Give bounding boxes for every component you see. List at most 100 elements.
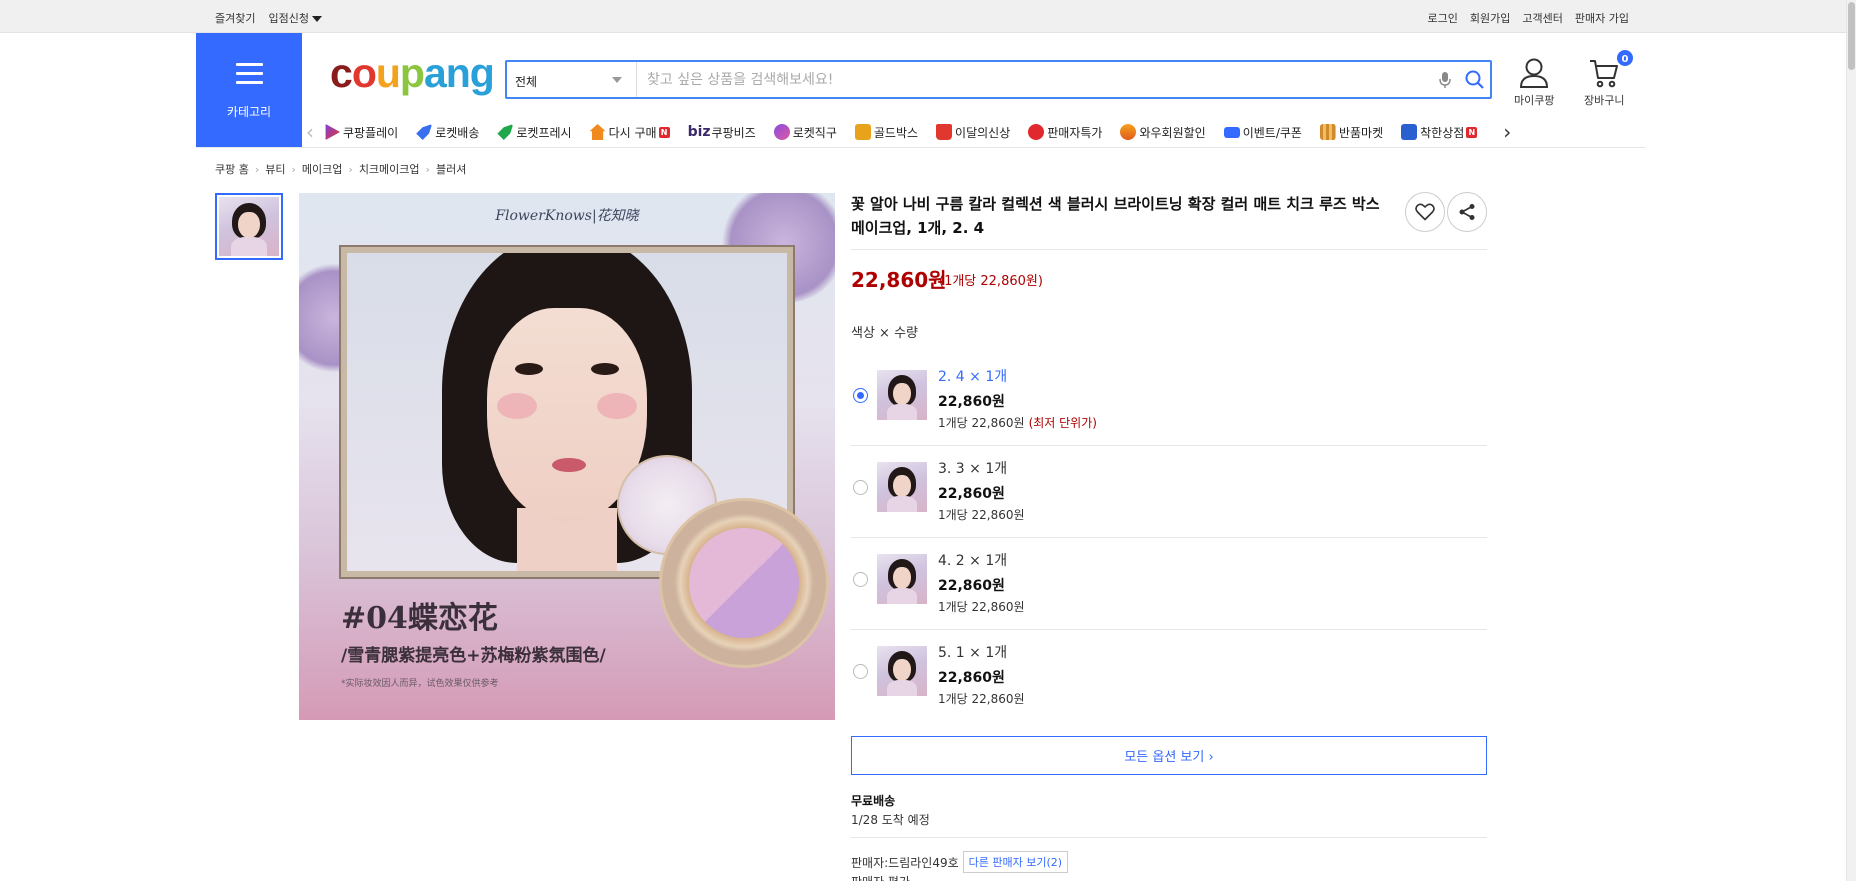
option-radio[interactable] <box>853 664 868 679</box>
shop-icon <box>1401 124 1418 140</box>
nav-label: 착한상점 <box>1420 125 1465 140</box>
global-icon <box>773 124 790 140</box>
seller-signup-link[interactable]: 판매자 가입 <box>1575 10 1629 26</box>
nav-item-gold-box[interactable]: 골드박스 <box>854 124 919 141</box>
nav-next-arrow-icon[interactable]: › <box>1503 120 1511 144</box>
my-coupang-label: 마이쿠팡 <box>1514 94 1555 107</box>
breadcrumb-beauty[interactable]: 뷰티 <box>265 161 285 177</box>
microphone-icon[interactable] <box>1439 71 1451 93</box>
image-shade-subtitle: /雪青腮紫提亮色+苏梅粉紫氛围色/ <box>341 646 606 666</box>
nav-item-rocket-global[interactable]: 로켓직구 <box>773 124 837 141</box>
option-row[interactable]: 2. 4 × 1개 22,860원 1개당 22,860원 (최저 단위가) <box>851 354 1487 446</box>
page-scrollbar[interactable] <box>1846 0 1856 881</box>
bag-icon <box>936 124 953 140</box>
nav-item-return-market[interactable]: 반품마켓 <box>1319 124 1384 141</box>
scrollbar-thumb[interactable] <box>1848 2 1855 70</box>
shipping-divider <box>851 837 1487 838</box>
breadcrumb-home[interactable]: 쿠팡 홈 <box>215 161 249 177</box>
option-thumbnail <box>877 370 927 420</box>
nav-label: 쿠팡플레이 <box>343 125 399 140</box>
portrait-eye <box>515 363 543 375</box>
product-main-image[interactable]: FlowerKnows|花知晓 #04蝶恋花 /雪青腮紫提亮色+苏梅粉紫氛围色/… <box>299 193 835 720</box>
seller-name[interactable]: 판매자:드림라인49호 <box>851 854 959 871</box>
logo-letters-ang: ang <box>423 50 495 96</box>
option-name: 3. 3 × 1개 <box>938 461 1008 477</box>
blush-pan <box>689 528 799 638</box>
my-coupang-button[interactable]: 마이쿠팡 <box>1514 57 1554 108</box>
store-apply-link[interactable]: 입점신청 <box>268 10 322 26</box>
user-icon <box>1520 58 1549 88</box>
top-right-links: 로그인 회원가입 고객센터 판매자 가입 <box>1428 10 1629 26</box>
option-unit-price: 1개당 22,860원 <box>938 600 1025 614</box>
option-name: 5. 1 × 1개 <box>938 645 1008 661</box>
category-button[interactable]: 카테고리 <box>196 33 302 147</box>
bookmark-link[interactable]: 즐겨찾기 <box>215 10 255 26</box>
new-badge: N <box>658 126 670 138</box>
view-all-options-button[interactable]: 모든 옵션 보기 › <box>851 736 1487 775</box>
search-input[interactable] <box>647 68 1407 91</box>
nav-item-good-store[interactable]: 착한상점 N <box>1401 124 1478 141</box>
option-price: 22,860원 <box>938 486 1005 502</box>
search-scope-select[interactable]: 전체 <box>507 62 637 97</box>
wow-icon <box>1120 124 1137 140</box>
coupang-logo[interactable]: coupang <box>330 50 495 97</box>
rocket-icon <box>416 124 433 140</box>
other-sellers-count: (2) <box>1046 856 1063 869</box>
nav-label: 로켓배송 <box>435 125 480 140</box>
nav-divider <box>196 147 1646 148</box>
login-link[interactable]: 로그인 <box>1428 10 1458 26</box>
nav-label: 쿠팡비즈 <box>711 125 756 140</box>
nav-item-rocket-delivery[interactable]: 로켓배송 <box>416 124 479 141</box>
signup-link[interactable]: 회원가입 <box>1470 10 1510 26</box>
option-radio[interactable] <box>853 572 868 587</box>
breadcrumb-cheek-makeup[interactable]: 치크메이크업 <box>359 161 420 177</box>
cart-count-badge: 0 <box>1615 48 1635 68</box>
breadcrumb-blusher[interactable]: 블러셔 <box>436 161 466 177</box>
top-utility-bar: 즐겨찾기 입점신청 로그인 회원가입 고객센터 판매자 가입 <box>0 0 1846 33</box>
option-row[interactable]: 3. 3 × 1개 22,860원 1개당 22,860원 <box>851 446 1487 538</box>
nav-label: 반품마켓 <box>1338 125 1384 140</box>
nav-label: 골드박스 <box>873 125 919 140</box>
market-icon <box>1319 124 1336 140</box>
chevron-right-icon: › <box>425 162 430 176</box>
nav-item-coupang-play[interactable]: 쿠팡플레이 <box>324 124 398 141</box>
search-icon[interactable] <box>1465 70 1485 94</box>
other-sellers-button[interactable]: 다른 판매자 보기(2) <box>962 851 1069 873</box>
free-shipping-label: 무료배송 <box>851 794 896 808</box>
customer-center-link[interactable]: 고객센터 <box>1522 10 1562 26</box>
coupon-icon <box>1223 126 1240 138</box>
nav-item-wow-discount[interactable]: 와우회원할인 <box>1120 124 1206 141</box>
nav-item-coupang-biz[interactable]: biz 쿠팡비즈 <box>688 124 756 141</box>
store-apply-label: 입점신청 <box>268 12 309 25</box>
delivery-date: 1/28 도착 예정 <box>851 813 930 827</box>
option-price: 22,860원 <box>938 394 1005 410</box>
option-price: 22,860원 <box>938 670 1005 686</box>
nav-label: 이달의신상 <box>955 125 1011 140</box>
nav-item-events-coupons[interactable]: 이벤트/쿠폰 <box>1223 124 1302 141</box>
nav-item-new-arrivals[interactable]: 이달의신상 <box>936 124 1010 141</box>
nav-item-seller-deals[interactable]: 판매자특가 <box>1028 124 1102 141</box>
option-name: 2. 4 × 1개 <box>938 369 1008 385</box>
breadcrumb: 쿠팡 홈 › 뷰티 › 메이크업 › 치크메이크업 › 블러셔 <box>215 161 466 177</box>
option-per-text: 1개당 22,860원 <box>938 416 1025 430</box>
category-label: 카테고리 <box>226 105 272 119</box>
search-scope-value: 전체 <box>515 75 538 89</box>
option-row[interactable]: 4. 2 × 1개 22,860원 1개당 22,860원 <box>851 538 1487 630</box>
nav-prev-arrow-icon[interactable]: ‹ <box>306 120 314 144</box>
breadcrumb-makeup[interactable]: 메이크업 <box>302 161 342 177</box>
portrait-eye <box>591 363 619 375</box>
share-button[interactable] <box>1447 192 1487 232</box>
option-price: 22,860원 <box>938 578 1005 594</box>
nav-item-rebuy[interactable]: 다시 구매 N <box>589 124 670 141</box>
option-row[interactable]: 5. 1 × 1개 22,860원 1개당 22,860원 <box>851 630 1487 722</box>
option-radio[interactable] <box>853 388 868 403</box>
thumbnail-image <box>219 197 279 256</box>
product-thumbnail[interactable] <box>215 193 283 260</box>
nav-item-rocket-fresh[interactable]: 로켓프레시 <box>497 124 572 141</box>
logo-letter-o: o <box>351 50 377 96</box>
seller-rating-label: 판매자 평가 <box>851 873 910 881</box>
wishlist-button[interactable] <box>1405 192 1445 232</box>
image-shade-title: #04蝶恋花 <box>341 601 498 636</box>
other-sellers-label: 다른 판매자 보기 <box>968 856 1047 869</box>
option-radio[interactable] <box>853 480 868 495</box>
